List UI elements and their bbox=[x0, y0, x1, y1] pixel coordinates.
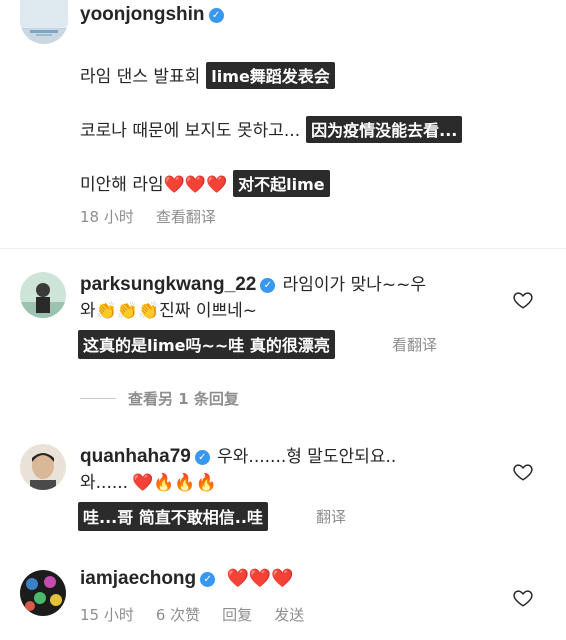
verified-badge-icon: ✓ bbox=[200, 572, 216, 587]
translation-caption: 哇...哥 简直不敢相信..哇 bbox=[78, 502, 268, 531]
verified-badge-icon: ✓ bbox=[208, 8, 224, 23]
avatar[interactable] bbox=[20, 0, 68, 44]
comment-line: 와...... ❤️🔥🔥🔥 bbox=[80, 468, 217, 493]
divider bbox=[0, 248, 566, 249]
heart-outline-icon[interactable] bbox=[512, 587, 534, 609]
verified-badge-icon: ✓ bbox=[260, 278, 276, 293]
heart-outline-icon[interactable] bbox=[512, 461, 534, 483]
verified-badge-icon: ✓ bbox=[194, 450, 210, 465]
see-translation-link[interactable]: 查看翻译 bbox=[156, 208, 216, 226]
comment-meta: 18 小时 查看翻译 bbox=[80, 206, 238, 227]
avatar[interactable] bbox=[20, 272, 66, 318]
timestamp: 18 小时 bbox=[80, 208, 134, 226]
username[interactable]: quanhaha79 ✓ 우와.......형 말도안되요.. bbox=[80, 442, 396, 468]
comment-text: 진짜 이쁘네~ bbox=[159, 301, 258, 321]
username[interactable]: parksungkwang_22 ✓ 라임이가 맞나~~우 bbox=[80, 270, 426, 296]
comment-text: 우와.......형 말도안되요.. bbox=[217, 447, 397, 467]
replies-line bbox=[80, 398, 116, 399]
translation-caption: 对不起lime bbox=[233, 170, 330, 197]
avatar-image bbox=[20, 444, 66, 490]
heart-emoji: ❤️❤️❤️ bbox=[226, 568, 294, 589]
reply-button[interactable]: 回复 bbox=[222, 606, 252, 624]
view-replies-link[interactable]: 查看另 1 条回复 bbox=[128, 388, 239, 409]
comment-text: 라임 댄스 발표회 bbox=[80, 67, 201, 87]
username[interactable]: yoonjongshin ✓ bbox=[80, 4, 224, 26]
username-text[interactable]: parksungkwang_22 bbox=[80, 274, 256, 295]
avatar[interactable] bbox=[20, 444, 66, 490]
heart-emoji: ❤️❤️❤️ bbox=[163, 175, 228, 195]
username-text[interactable]: yoonjongshin bbox=[80, 4, 205, 25]
see-translation-link[interactable]: 看翻译 bbox=[392, 334, 437, 355]
avatar[interactable] bbox=[20, 570, 66, 616]
translation-caption: 这真的是lime吗~~哇 真的很漂亮 bbox=[78, 330, 335, 359]
heart-fire-emoji: ❤️🔥🔥🔥 bbox=[132, 473, 217, 493]
see-translation-link[interactable]: 翻译 bbox=[316, 506, 346, 527]
comment-text: 와 bbox=[80, 301, 96, 321]
send-button[interactable]: 发送 bbox=[274, 606, 304, 624]
avatar-image bbox=[20, 0, 68, 44]
comment-line: 와👏👏👏진짜 이쁘네~ bbox=[80, 296, 257, 321]
comment-text: 라임이가 맞나~~우 bbox=[282, 275, 426, 295]
likes-count[interactable]: 6 次赞 bbox=[156, 606, 200, 624]
translation-caption: 因为疫情没能去看... bbox=[306, 116, 463, 143]
timestamp: 15 小时 bbox=[80, 606, 134, 624]
heart-outline-icon[interactable] bbox=[512, 289, 534, 311]
username-text[interactable]: iamjaechong bbox=[80, 568, 196, 589]
comment-meta: 15 小时 6 次赞 回复 发送 bbox=[80, 604, 326, 625]
username-text[interactable]: quanhaha79 bbox=[80, 446, 191, 467]
comment-line: 코로나 때문에 보지도 못하고... 因为疫情没能去看... bbox=[80, 116, 463, 143]
comment-text: 코로나 때문에 보지도 못하고... bbox=[80, 121, 301, 141]
avatar-image bbox=[20, 272, 66, 318]
username[interactable]: iamjaechong ✓ ❤️❤️❤️ bbox=[80, 568, 294, 590]
avatar-image bbox=[20, 570, 66, 616]
clap-emoji: 👏👏👏 bbox=[95, 301, 160, 321]
comment-line: 미안해 라임❤️❤️❤️ 对不起lime bbox=[80, 170, 330, 197]
comment-text: 미안해 라임 bbox=[80, 175, 164, 195]
translation-caption: lime舞蹈发表会 bbox=[206, 62, 335, 89]
comment-line: 라임 댄스 발표회 lime舞蹈发表会 bbox=[80, 62, 335, 89]
comment-text: 와...... bbox=[80, 473, 129, 493]
